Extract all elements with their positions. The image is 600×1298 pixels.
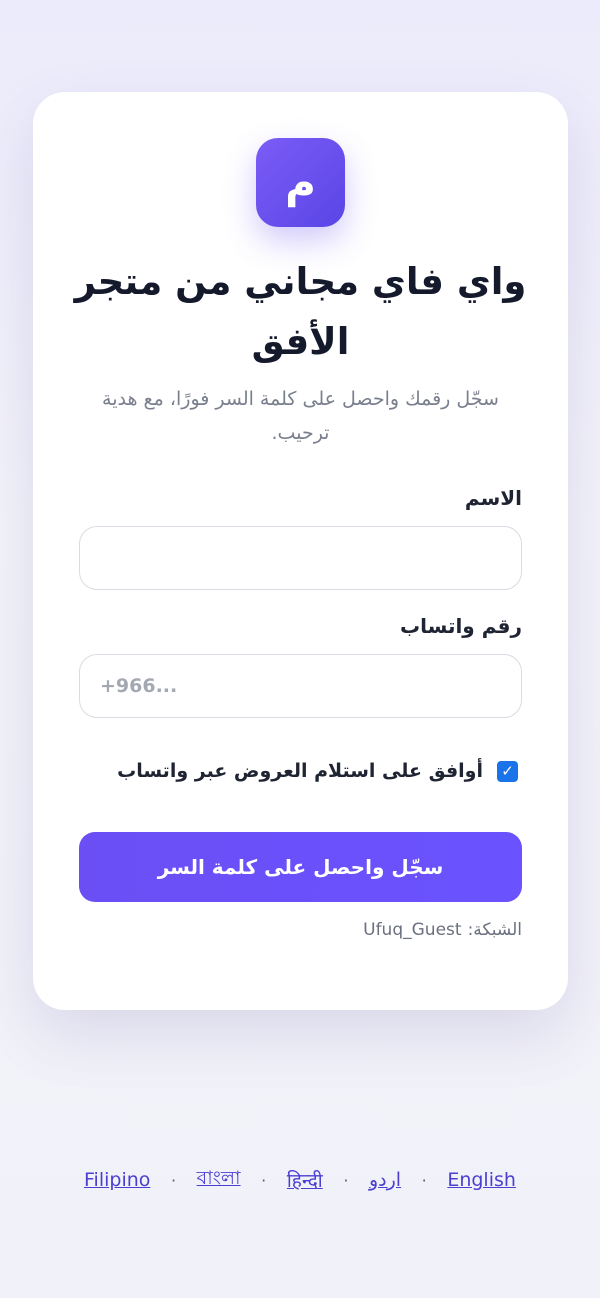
page-title: واي فاي مجاني من متجر الأفق: [74, 260, 527, 363]
lang-link-english[interactable]: English: [447, 1169, 516, 1191]
page-subtitle: سجّل رقمك واحصل على كلمة السر فورًا، مع …: [102, 388, 499, 444]
lang-link-bangla[interactable]: বাংলা: [197, 1164, 241, 1196]
network-ssid: Ufuq_Guest: [363, 920, 462, 940]
lang-link-urdu[interactable]: اردو: [369, 1169, 401, 1191]
consent-label[interactable]: أوافق على استلام العروض عبر واتساب: [117, 760, 483, 782]
signup-card: م واي فاي مجاني من متجر الأفق سجّل رقمك …: [33, 92, 568, 1010]
phone-label: رقم واتساب: [399, 614, 522, 638]
lang-separator: ·: [421, 1170, 427, 1190]
consent-checkbox[interactable]: ✓: [497, 760, 518, 782]
network-label: الشبكة:: [467, 920, 522, 940]
submit-button[interactable]: سجّل واحصل على كلمة السر: [79, 832, 522, 902]
lang-link-filipino[interactable]: Filipino: [84, 1169, 150, 1191]
network-info: الشبكة: Ufuq_Guest: [363, 920, 522, 940]
language-switcher: Filipino · বাংলা · हिन्दी · اردو · Engli…: [84, 1164, 516, 1196]
lang-separator: ·: [343, 1170, 349, 1190]
brand-logo: م: [256, 138, 345, 227]
checkmark-icon: ✓: [501, 762, 514, 780]
lang-link-hindi[interactable]: हिन्दी: [287, 1167, 323, 1193]
name-input[interactable]: [79, 526, 522, 590]
logo-letter: م: [285, 158, 316, 207]
lang-separator: ·: [170, 1170, 177, 1190]
phone-input[interactable]: [79, 654, 522, 718]
lang-separator: ·: [261, 1170, 267, 1190]
consent-row: ✓ أوافق على استلام العروض عبر واتساب: [117, 760, 518, 782]
name-label: الاسم: [464, 486, 522, 510]
